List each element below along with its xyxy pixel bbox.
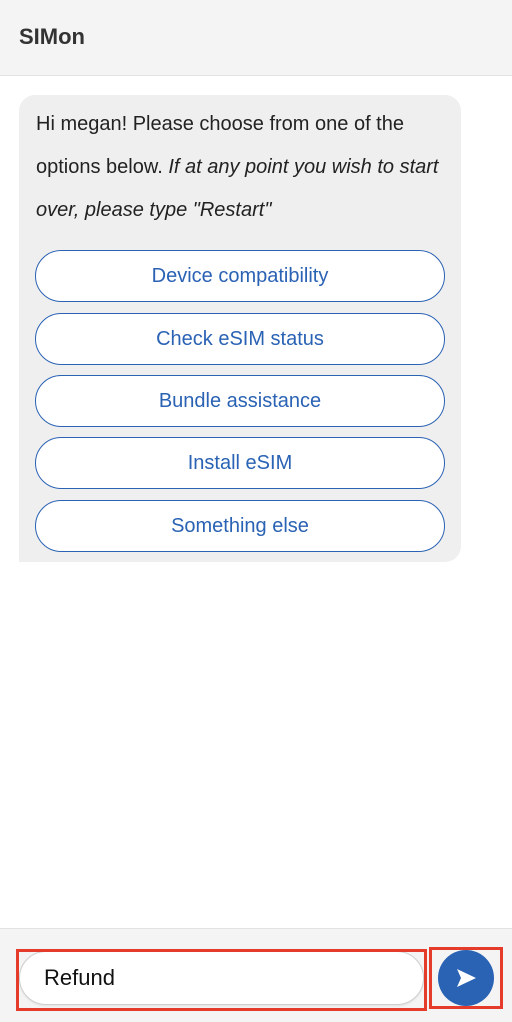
send-button[interactable] [438, 950, 494, 1006]
bot-message-text: Hi megan! Please choose from one of the … [36, 103, 451, 232]
option-something-else[interactable]: Something else [35, 500, 445, 552]
composer-bar [0, 928, 512, 1022]
message-input-wrapper [19, 951, 424, 1005]
option-install-esim[interactable]: Install eSIM [35, 437, 445, 489]
option-bundle-assistance[interactable]: Bundle assistance [35, 375, 445, 427]
send-arrow-icon [457, 969, 476, 987]
chat-header: SIMon [0, 0, 512, 76]
option-check-esim-status[interactable]: Check eSIM status [35, 313, 445, 365]
option-device-compatibility[interactable]: Device compatibility [35, 250, 445, 302]
message-input[interactable] [44, 962, 404, 994]
chat-title: SIMon [19, 24, 85, 49]
bot-message-bubble: Hi megan! Please choose from one of the … [19, 95, 461, 562]
